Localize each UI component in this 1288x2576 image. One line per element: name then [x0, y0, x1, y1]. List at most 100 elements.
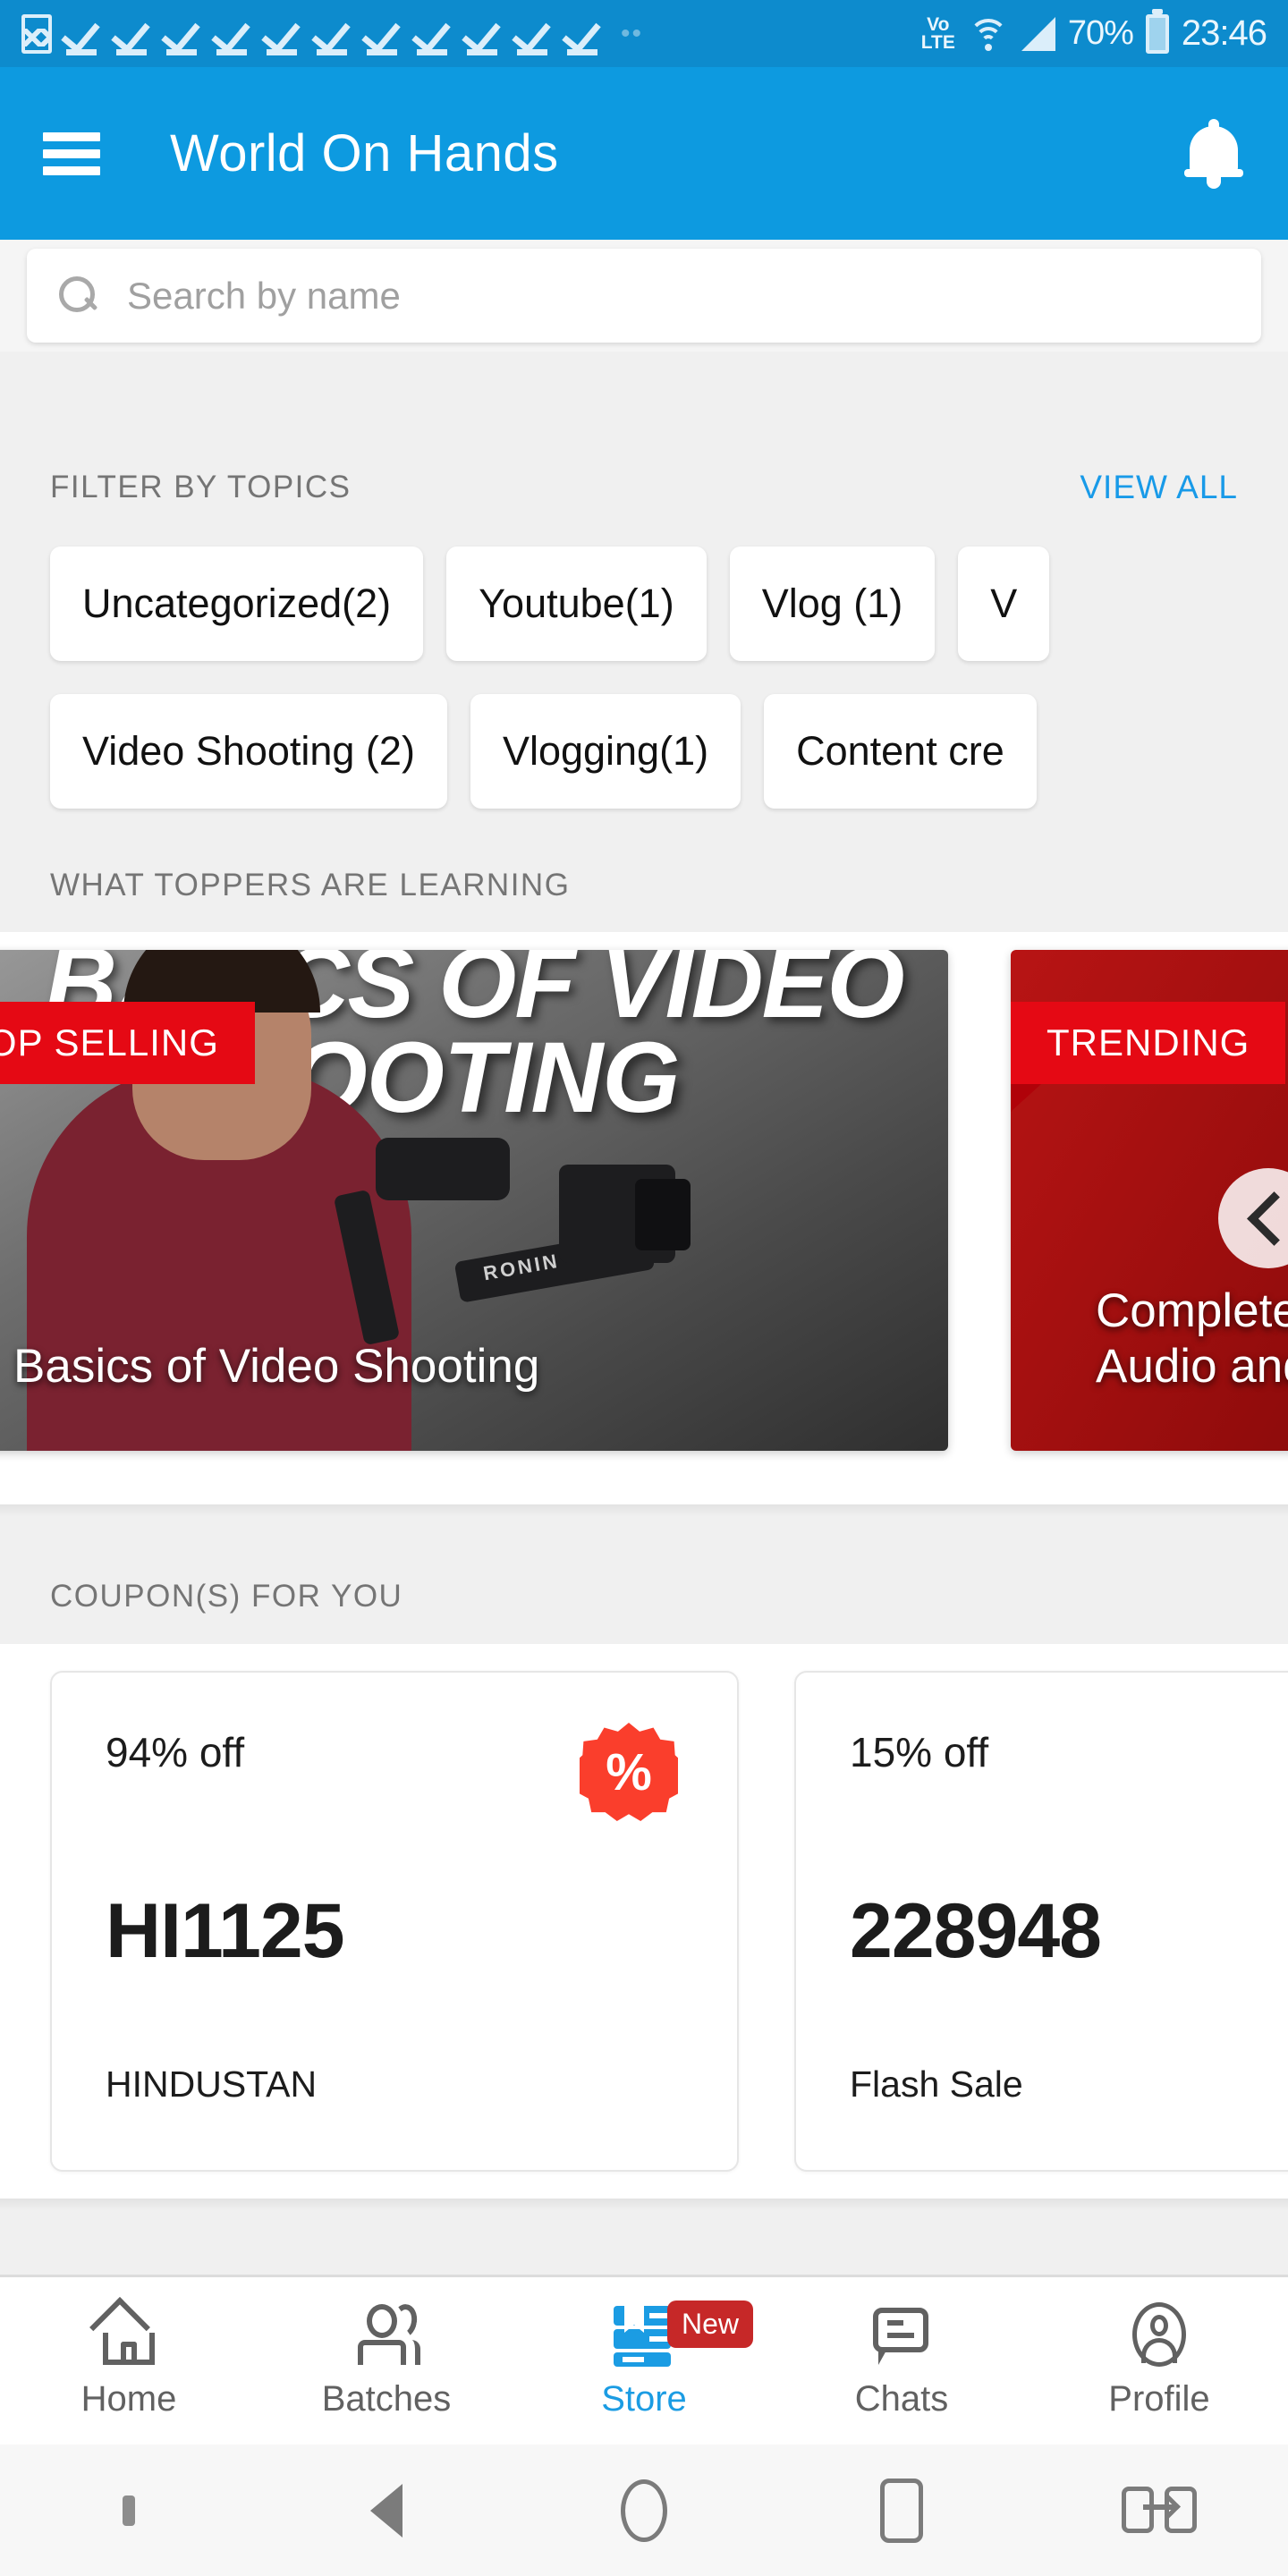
nav-item-store[interactable]: New Store: [515, 2301, 773, 2419]
coupon-name: Flash Sale: [850, 2063, 1023, 2105]
check-icon: [64, 13, 102, 55]
home-icon: [89, 2297, 163, 2367]
percent-badge-icon: %: [580, 1723, 678, 1821]
section-divider: [0, 2199, 1288, 2211]
status-bar: •• Vo LTE 70% 23:46: [0, 0, 1288, 67]
signal-icon: [1021, 16, 1055, 51]
bell-icon[interactable]: [1182, 118, 1245, 189]
percent-glyph: %: [606, 1742, 652, 1801]
volte-top: Vo: [927, 13, 950, 35]
top-selling-ribbon: TOP SELLING: [0, 1002, 255, 1120]
new-badge: New: [667, 2301, 754, 2348]
app-screen: •• Vo LTE 70% 23:46 World On Hands Searc…: [0, 0, 1288, 2576]
view-all-link[interactable]: VIEW ALL: [1080, 469, 1238, 506]
system-back-button[interactable]: [258, 2483, 515, 2538]
topic-chip-label: Uncategorized(2): [82, 580, 392, 626]
filter-section-header: FILTER BY TOPICS VIEW ALL: [0, 447, 1288, 528]
wifi-icon: [968, 17, 1009, 51]
coupon-section-label: COUPON(S) FOR YOU: [50, 1579, 403, 1614]
topic-chip[interactable]: Vlog (1): [729, 547, 936, 661]
coupon-card[interactable]: 94% off % HI1125 HINDUSTAN: [50, 1671, 739, 2172]
clock: 23:46: [1181, 13, 1267, 53]
system-recents-button[interactable]: [773, 2478, 1030, 2543]
topic-chip-row-1: Uncategorized(2) Youtube(1) Vlog (1) V: [0, 541, 1288, 666]
coupon-code: HI1125: [106, 1888, 345, 1974]
coupon-section-header: COUPON(S) FOR YOU: [0, 1556, 1288, 1637]
check-icon: [265, 13, 302, 55]
nav-label-store: Store: [601, 2379, 687, 2419]
coupon-code: 228948: [850, 1888, 1102, 1974]
trending-ribbon: TRENDING: [1011, 1002, 1286, 1120]
check-icon: [215, 13, 252, 55]
nav-item-batches[interactable]: Batches: [258, 2301, 515, 2419]
coupon-name: HINDUSTAN: [106, 2063, 318, 2105]
course-title: Complete Audio and: [1096, 1284, 1288, 1395]
nav-item-profile[interactable]: Profile: [1030, 2302, 1288, 2419]
home-circle-icon: [621, 2479, 667, 2542]
nav-item-chats[interactable]: Chats: [773, 2302, 1030, 2419]
person-icon: [1125, 2302, 1193, 2367]
hamburger-menu-icon[interactable]: [43, 131, 100, 175]
nav-label-home: Home: [80, 2379, 177, 2419]
topic-chip-label: Video Shooting (2): [82, 728, 415, 774]
course-carousel[interactable]: BASICS OF VIDEO SHOOTING RONIN TOP SELLI…: [0, 932, 1288, 1504]
topic-chip-label: Vlogging(1): [502, 728, 709, 774]
topic-chip-row-2: Video Shooting (2) Vlogging(1) Content c…: [0, 689, 1288, 814]
system-home-button[interactable]: [515, 2479, 773, 2542]
battery-percent: 70%: [1067, 14, 1134, 52]
check-icon: [114, 13, 152, 55]
topic-chip-label: Youtube(1): [479, 580, 674, 626]
topic-chip-label: Content cre: [796, 728, 1004, 774]
ribbon-label: TOP SELLING: [0, 1002, 255, 1084]
course-title-line-1: Complete: [1096, 1284, 1288, 1337]
dot-icon: [123, 2495, 135, 2526]
camera-gimbal-illustration: RONIN: [333, 1138, 691, 1370]
coupon-carousel[interactable]: 94% off % HI1125 HINDUSTAN 15% off 22894…: [0, 1644, 1288, 2199]
search-placeholder: Search by name: [127, 274, 401, 317]
coupon-discount: 15% off: [850, 1729, 989, 1775]
recents-square-icon: [880, 2478, 923, 2543]
check-icon: [165, 13, 202, 55]
people-icon: [352, 2301, 420, 2367]
check-icon: [415, 13, 453, 55]
topic-chip[interactable]: Youtube(1): [446, 547, 707, 661]
check-icon: [515, 13, 553, 55]
section-divider: [0, 1504, 1288, 1517]
course-thumbnail: BASICS OF VIDEO SHOOTING RONIN TOP SELLI…: [0, 950, 948, 1451]
course-title: Basics of Video Shooting: [13, 1340, 540, 1394]
overflow-dots-icon: ••: [621, 18, 644, 48]
status-bar-notifications: ••: [21, 13, 921, 55]
chat-bubble-icon: [868, 2302, 936, 2367]
books-icon: New: [610, 2301, 754, 2367]
course-card[interactable]: BASICS OF VIDEO SHOOTING RONIN TOP SELLI…: [0, 950, 948, 1487]
coupon-card[interactable]: 15% off 228948 Flash Sale: [794, 1671, 1288, 2172]
check-icon: [465, 13, 503, 55]
app-bar: World On Hands: [0, 67, 1288, 240]
system-app-switch-button[interactable]: [1030, 2483, 1288, 2538]
topic-chip[interactable]: V: [958, 547, 1050, 661]
topic-chip-label: Vlog (1): [761, 580, 903, 626]
nav-label-batches: Batches: [321, 2379, 452, 2419]
bottom-navigation-bar: Home Batches New Store Chats Profile: [0, 2275, 1288, 2445]
topic-chip-label: V: [990, 580, 1018, 626]
check-icon: [565, 13, 603, 55]
nav-label-chats: Chats: [854, 2379, 949, 2419]
topic-chip[interactable]: Vlogging(1): [470, 694, 741, 809]
topic-chip[interactable]: Content cre: [764, 694, 1037, 809]
search-bar-container: Search by name: [0, 240, 1288, 352]
toppers-section-header: WHAT TOPPERS ARE LEARNING: [0, 845, 1288, 926]
topic-chip[interactable]: Uncategorized(2): [50, 547, 424, 661]
system-dot-button[interactable]: [0, 2495, 258, 2526]
course-title-line-2: Audio and: [1096, 1340, 1288, 1394]
image-icon: [21, 13, 52, 54]
nav-item-home[interactable]: Home: [0, 2297, 258, 2419]
topic-chip[interactable]: Video Shooting (2): [50, 694, 447, 809]
volte-bottom: LTE: [920, 31, 955, 53]
page-title: World On Hands: [170, 124, 559, 182]
back-triangle-icon: [370, 2483, 402, 2538]
volte-icon: Vo LTE: [920, 13, 955, 53]
filter-section-label: FILTER BY TOPICS: [50, 470, 352, 504]
search-input[interactable]: Search by name: [27, 249, 1261, 343]
ribbon-label: TRENDING: [1011, 1002, 1286, 1084]
battery-icon: [1145, 13, 1169, 54]
